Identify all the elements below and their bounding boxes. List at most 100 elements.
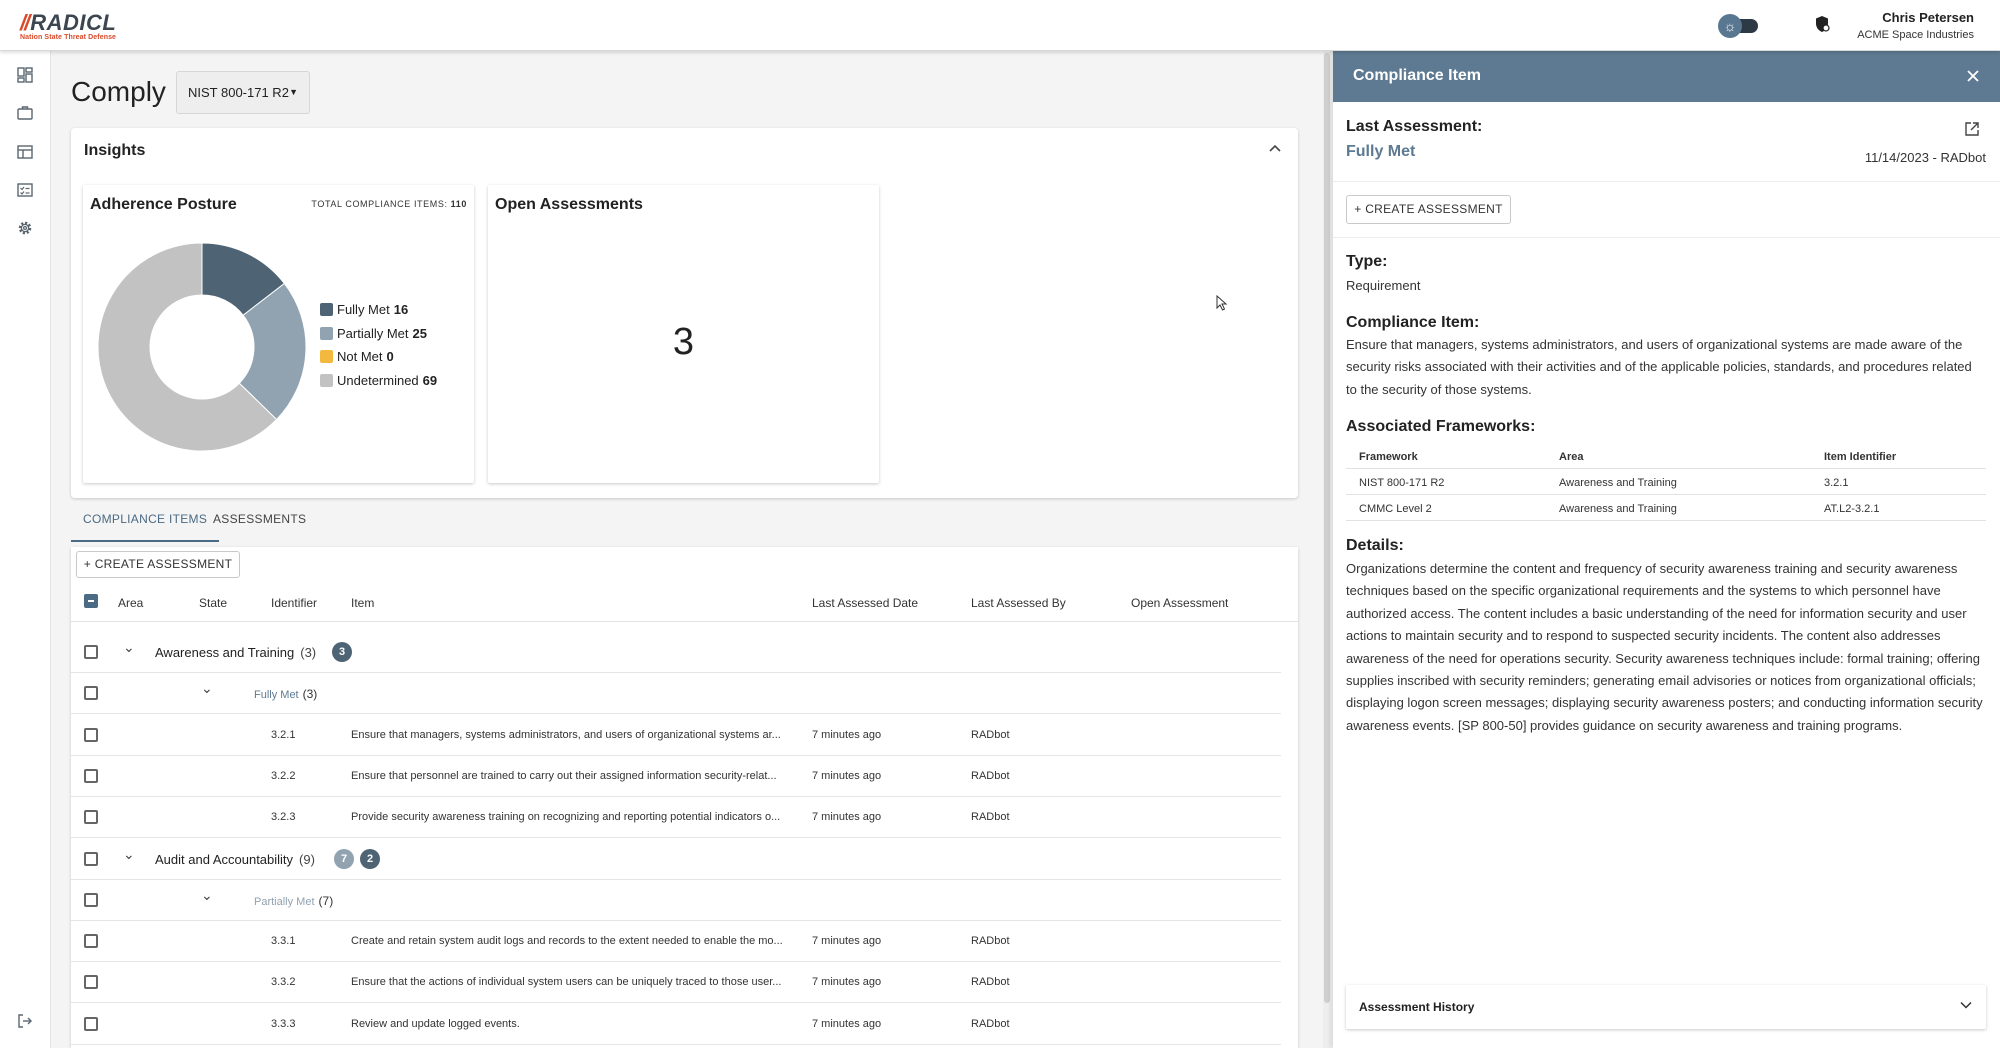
row-identifier: 3.3.3 [271, 1017, 296, 1030]
open-assessments-count[interactable]: 3 [488, 321, 879, 364]
legend-item[interactable]: Not Met 0 [320, 349, 437, 373]
user-name[interactable]: Chris Petersen [1882, 10, 1974, 25]
insights-panel: Insights Adherence Posture TOTAL COMPLIA… [71, 128, 1298, 498]
row-checkbox[interactable] [84, 1016, 98, 1031]
frameworks-col-identifier: Item Identifier [1824, 451, 1897, 463]
row-checkbox[interactable] [84, 851, 98, 866]
row-checkbox[interactable] [84, 810, 98, 825]
insights-title: Insights [84, 142, 146, 159]
frameworks-table-header: Framework Area Item Identifier [1346, 443, 1986, 469]
row-last-assessed-date: 7 minutes ago [812, 935, 882, 948]
last-assessment-label: Last Assessment: [1346, 118, 1483, 135]
row-checkbox[interactable] [84, 686, 98, 701]
drawer-title: Compliance Item [1353, 67, 1482, 84]
row-last-assessed-by: RADbot [971, 811, 1010, 824]
row-checkbox[interactable] [84, 768, 98, 783]
framework-name: NIST 800-171 R2 [1359, 477, 1445, 489]
group-area-name: Awareness and Training (3) [155, 645, 316, 660]
legend-swatch [320, 326, 333, 340]
top-bar: //RADICL Nation State Threat Defense ☼ C… [0, 0, 2000, 51]
checklist-icon[interactable] [15, 182, 35, 202]
column-header-area[interactable]: Area [118, 596, 143, 610]
table-row[interactable]: 3.2.1 Ensure that managers, systems admin… [71, 715, 1281, 756]
open-assessments-title: Open Assessments [495, 196, 643, 213]
chevron-down-icon[interactable]: ⌄ [201, 887, 213, 904]
last-assessment-status: Fully Met [1346, 143, 1416, 160]
assessment-history-accordion[interactable]: Assessment History [1346, 985, 1986, 1029]
chart-legend: Fully Met 16 Partially Met 25 Not Met 0 Undete… [320, 302, 437, 396]
row-identifier: 3.3.1 [271, 935, 296, 948]
subgroup-state-count: (7) [318, 893, 334, 908]
legend-swatch [320, 373, 333, 387]
row-identifier: 3.2.1 [271, 728, 296, 741]
total-compliance-value: 110 [450, 199, 467, 209]
select-all-checkbox[interactable] [84, 594, 98, 608]
shield-alert-icon[interactable] [1812, 15, 1832, 35]
column-header-state[interactable]: State [199, 596, 227, 610]
table-icon[interactable] [15, 144, 35, 164]
chevron-down-icon[interactable]: ⌄ [201, 680, 213, 697]
tab-assessments[interactable]: ASSESSMENTS [201, 507, 318, 542]
column-header-identifier[interactable]: Identifier [271, 596, 317, 610]
close-icon[interactable] [1966, 64, 1980, 89]
table-row[interactable]: 3.3.2 Ensure that the actions of individu… [71, 962, 1281, 1004]
settings-icon[interactable] [15, 220, 35, 240]
dashboard-icon[interactable] [15, 67, 35, 87]
table-subgroup-row[interactable]: ⌄ Partially Met (7) [71, 880, 1281, 921]
legend-swatch [320, 350, 333, 363]
table-row[interactable]: 3.2.2 Ensure that personnel are trained t… [71, 756, 1281, 797]
row-checkbox[interactable] [84, 892, 98, 907]
compliance-item-text: Ensure that managers, systems administra… [1346, 337, 1972, 397]
table-row[interactable]: 3.2.3 Provide security awareness training… [71, 797, 1281, 839]
row-item: Ensure that personnel are trained to car… [351, 769, 777, 782]
chevron-up-icon[interactable] [1268, 140, 1282, 156]
legend-item[interactable]: Fully Met 16 [320, 302, 437, 326]
legend-item[interactable]: Undetermined 69 [320, 373, 437, 397]
create-assessment-button[interactable]: + CREATE ASSESSMENT [76, 551, 240, 578]
tab-compliance-items[interactable]: COMPLIANCE ITEMS [71, 507, 220, 542]
last-assessment-meta: 11/14/2023 - RADbot [1864, 150, 1986, 165]
column-header-item[interactable]: Item [351, 596, 374, 610]
framework-area: Awareness and Training [1559, 503, 1677, 515]
table-subgroup-row[interactable]: ⌄ Fully Met (3) [71, 673, 1281, 715]
row-checkbox[interactable] [84, 645, 98, 659]
chevron-down-icon[interactable]: ⌄ [123, 846, 135, 863]
column-header-open-assessment[interactable]: Open Assessment [1131, 596, 1228, 610]
open-in-new-icon[interactable] [1964, 121, 1980, 137]
column-header-last-assessed-date[interactable]: Last Assessed Date [812, 596, 918, 610]
row-last-assessed-by: RADbot [971, 728, 1010, 741]
mouse-cursor-icon [1216, 294, 1228, 311]
row-checkbox[interactable] [84, 975, 98, 990]
row-identifier: 3.3.2 [271, 976, 296, 989]
page-scrollbar[interactable] [1324, 53, 1330, 1003]
theme-toggle[interactable]: ☼ [1718, 14, 1758, 38]
group-area-count: (9) [299, 851, 315, 867]
subgroup-state-label: Fully Met [254, 689, 299, 702]
radicl-logo[interactable]: //RADICL Nation State Threat Defense [20, 12, 116, 42]
drawer-create-assessment-button[interactable]: + CREATE ASSESSMENT [1346, 195, 1511, 224]
details-text: Organizations determine the content and … [1346, 561, 1983, 733]
legend-label: Undetermined [337, 372, 419, 388]
framework-select[interactable]: NIST 800-171 R2 ▼ [176, 71, 310, 114]
logout-icon[interactable] [15, 1013, 35, 1033]
row-checkbox[interactable] [84, 934, 98, 949]
table-group-row[interactable]: ⌄ Audit and Accountability (9) 7 2 [71, 839, 1281, 880]
chevron-down-icon[interactable]: ⌄ [123, 639, 135, 656]
briefcase-icon[interactable] [15, 105, 35, 125]
adherence-donut-chart[interactable] [97, 242, 307, 452]
adherence-posture-card: Adherence Posture TOTAL COMPLIANCE ITEMS… [83, 185, 474, 483]
column-header-last-assessed-by[interactable]: Last Assessed By [971, 596, 1066, 610]
row-item: Ensure that the actions of individual sy… [351, 976, 782, 989]
row-last-assessed-by: RADbot [971, 935, 1010, 948]
group-area-label: Audit and Accountability [155, 851, 294, 867]
row-checkbox[interactable] [84, 727, 98, 742]
chevron-down-icon [1960, 998, 1972, 1012]
type-label: Type: [1346, 253, 1388, 270]
table-row[interactable]: 3.3.3 Review and update logged events. 7 m… [71, 1004, 1281, 1045]
table-group-row[interactable]: ⌄ Awareness and Training (3) 3 [71, 632, 1281, 673]
table-row[interactable]: 3.3.1 Create and retain system audit logs… [71, 921, 1281, 963]
legend-item[interactable]: Partially Met 25 [320, 326, 437, 350]
status-count-badge: 2 [360, 848, 380, 869]
status-count-badge: 7 [334, 848, 354, 869]
group-area-count: (3) [300, 645, 317, 660]
